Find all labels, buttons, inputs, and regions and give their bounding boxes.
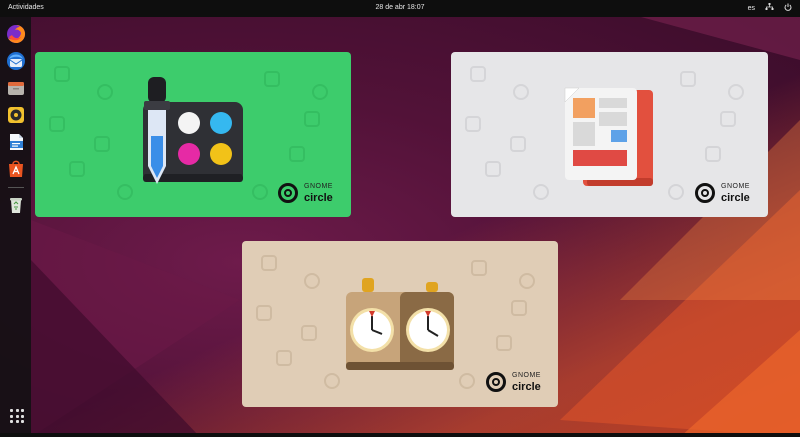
gnome-circle-badge: GNOME circle — [486, 370, 556, 400]
gnome-circle-badge: GNOME circle — [695, 181, 765, 211]
power-icon[interactable] — [784, 3, 792, 13]
gnome-circle-logo-icon — [695, 183, 715, 203]
thunderbird-icon[interactable] — [6, 51, 26, 71]
trash-icon[interactable] — [6, 195, 26, 215]
window-color-picker[interactable]: GNOME circle — [35, 52, 351, 217]
bottom-edge — [0, 433, 800, 437]
firefox-icon[interactable] — [6, 24, 26, 44]
system-tray[interactable]: es — [748, 3, 792, 13]
top-bar: Actividades 28 de abr 18:07 es — [0, 0, 800, 17]
desktop: Actividades 28 de abr 18:07 es GNOME cir… — [0, 0, 800, 437]
gnome-circle-badge: GNOME circle — [278, 181, 348, 211]
dock-separator — [8, 187, 24, 188]
badge-line1: GNOME — [721, 183, 750, 190]
badge-line1: GNOME — [512, 372, 541, 379]
badge-line2: circle — [304, 192, 333, 204]
dock — [0, 17, 31, 433]
document-viewer-app-icon — [564, 87, 653, 186]
badge-line2: circle — [512, 381, 541, 393]
badge-line1: GNOME — [304, 183, 333, 190]
app-center-icon[interactable] — [6, 159, 26, 179]
apps-grid-icon[interactable] — [10, 409, 24, 423]
network-icon[interactable] — [765, 3, 774, 13]
clock[interactable]: 28 de abr 18:07 — [0, 4, 800, 11]
gnome-circle-logo-icon — [486, 372, 506, 392]
window-chess-clock[interactable]: GNOME circle — [242, 241, 558, 407]
badge-line2: circle — [721, 192, 750, 204]
writer-icon[interactable] — [6, 132, 26, 152]
color-picker-app-icon — [143, 77, 243, 184]
keyboard-layout-indicator[interactable]: es — [748, 5, 755, 12]
window-document-viewer[interactable]: GNOME circle — [451, 52, 768, 217]
gnome-circle-logo-icon — [278, 183, 298, 203]
chess-clock-app-icon — [346, 278, 454, 370]
files-icon[interactable] — [6, 78, 26, 98]
rhythmbox-icon[interactable] — [6, 105, 26, 125]
